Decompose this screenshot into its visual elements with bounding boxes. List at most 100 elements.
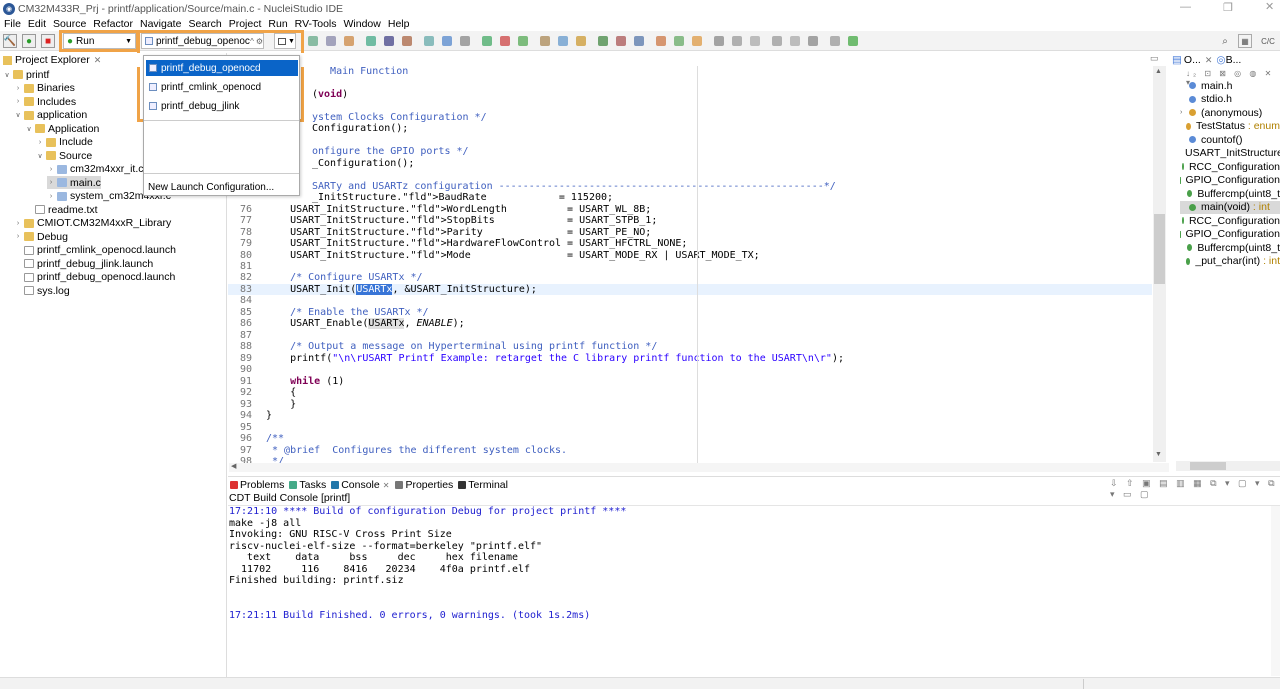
tree-item-debug[interactable]: › Debug xyxy=(14,230,68,243)
stop-icon[interactable]: ■ xyxy=(41,34,55,48)
toolbar-tool-icon[interactable] xyxy=(830,36,840,46)
launch-mode-icon[interactable]: 🔨 xyxy=(3,34,17,48)
outline-item[interactable]: GPIO_Configuration xyxy=(1180,174,1280,187)
tab-tasks[interactable]: Tasks xyxy=(289,479,326,491)
close-icon[interactable]: ✕ xyxy=(94,55,102,66)
toolbar-tool-icon[interactable] xyxy=(714,36,724,46)
scroll-down-icon[interactable]: ▼ xyxy=(1155,451,1162,458)
outline-item[interactable]: Buffercmp(uint8_t xyxy=(1180,187,1280,200)
outline-item[interactable]: countof() xyxy=(1180,133,1280,146)
code-editor[interactable]: Main Function (void) ystem Clocks Configur… xyxy=(228,66,1168,463)
tab-console[interactable]: Console ✕ xyxy=(331,479,393,491)
tab-terminal[interactable]: Terminal xyxy=(458,479,508,491)
toolbar-tool-icon[interactable] xyxy=(616,36,626,46)
dropdown-item-cmlink-openocd[interactable]: printf_cmlink_openocd xyxy=(146,79,298,95)
tab-properties[interactable]: Properties xyxy=(395,479,453,491)
tree-item-printf-cmlink-openocd-launch[interactable]: printf_cmlink_openocd.launch xyxy=(14,244,176,257)
code-line[interactable]: 77 USART_InitStructure."fld">StopBits = … xyxy=(228,215,657,227)
scrollbar-thumb[interactable] xyxy=(1190,462,1226,470)
toolbar-tool-icon[interactable] xyxy=(482,36,492,46)
dropdown-item-debug-openocd[interactable]: printf_debug_openocd xyxy=(146,60,298,76)
code-line[interactable]: 81 xyxy=(228,261,266,273)
code-line[interactable]: 93 } xyxy=(228,399,296,411)
toolbar-tool-icon[interactable] xyxy=(384,36,394,46)
scrollbar-thumb[interactable] xyxy=(1154,214,1165,284)
toolbar-tool-icon[interactable] xyxy=(732,36,742,46)
menu-rvtools[interactable]: RV-Tools xyxy=(292,18,340,30)
outline-item[interactable]: main.h xyxy=(1180,79,1280,92)
code-line[interactable]: 95 xyxy=(228,422,266,434)
outline-item[interactable]: USART_InitStructure xyxy=(1180,147,1280,160)
editor-horizontal-scrollbar[interactable]: ◀ xyxy=(229,463,1169,472)
code-line[interactable]: 91 while (1) xyxy=(228,376,344,388)
console-scrollbar[interactable] xyxy=(1271,506,1280,676)
tree-item-cm32m4xxr-it-c[interactable]: › cm32m4xxr_it.c xyxy=(47,163,144,176)
menu-file[interactable]: File xyxy=(1,18,24,30)
toolbar-tool-icon[interactable] xyxy=(402,36,412,46)
console-toolbar-icons[interactable]: ⇩ ⇧ ▣ ▤ ▥ ▦ ⧉ ▾ ▢ ▾ ⧉ ▾ ▭ ▢ xyxy=(1110,478,1280,500)
c-perspective-icon[interactable]: C/C xyxy=(1258,34,1278,48)
maximize-view-icon[interactable]: ▭ xyxy=(1150,53,1159,64)
toolbar-tool-icon[interactable] xyxy=(500,36,510,46)
tree-item-cmiot-cm32m4xxr-library[interactable]: › CMIOT.CM32M4xxR_Library xyxy=(14,217,171,230)
toolbar-tool-icon[interactable] xyxy=(308,36,318,46)
menu-edit[interactable]: Edit xyxy=(25,18,49,30)
toolbar-tool-icon[interactable] xyxy=(790,36,800,46)
outline-item[interactable]: TestStatus : enum xyxy=(1180,120,1280,133)
expand-toggle-icon[interactable]: ∨ xyxy=(14,111,22,119)
expand-toggle-icon[interactable]: ∨ xyxy=(36,152,44,160)
expand-toggle-icon[interactable]: › xyxy=(1180,109,1189,116)
menu-source[interactable]: Source xyxy=(50,18,89,30)
tab-problems[interactable]: Problems xyxy=(230,479,284,491)
tree-item-readme-txt[interactable]: readme.txt xyxy=(25,203,98,216)
expand-toggle-icon[interactable]: › xyxy=(47,179,55,186)
tree-item-application[interactable]: ∨ application xyxy=(14,109,87,122)
maximize-icon[interactable]: ❐ xyxy=(1223,1,1237,14)
tree-item-printf-debug-jlink-launch[interactable]: printf_debug_jlink.launch xyxy=(14,257,153,270)
console-output[interactable]: 17:21:10 **** Build of configuration Deb… xyxy=(229,506,626,621)
code-line[interactable]: 80 USART_InitStructure."fld">Mode = USAR… xyxy=(228,250,760,262)
close-icon[interactable]: ✕ xyxy=(383,481,390,490)
launch-run-icon[interactable]: ● xyxy=(22,34,36,48)
tree-item-include[interactable]: › Include xyxy=(36,136,93,149)
code-line[interactable]: 79 USART_InitStructure."fld">HardwareFlo… xyxy=(228,238,688,250)
toolbar-tool-icon[interactable] xyxy=(558,36,568,46)
code-line[interactable]: 86 USART_Enable(USARTx, ENABLE); xyxy=(228,318,465,330)
toolbar-tool-icon[interactable] xyxy=(366,36,376,46)
code-line[interactable]: 85 /* Enable the USARTx */ xyxy=(228,307,429,319)
tree-item-binaries[interactable]: › Binaries xyxy=(14,82,75,95)
minimize-icon[interactable]: — xyxy=(1180,1,1194,13)
code-line[interactable]: 76 USART_InitStructure."fld">WordLength … xyxy=(228,204,651,216)
code-line[interactable]: 84 xyxy=(228,295,266,307)
outline-item[interactable]: RCC_Configuration xyxy=(1180,214,1280,227)
tree-item-printf[interactable]: ∨ printf xyxy=(3,68,49,81)
toolbar-tool-icon[interactable] xyxy=(518,36,528,46)
expand-toggle-icon[interactable]: › xyxy=(14,98,22,105)
toolbar-tool-icon[interactable] xyxy=(326,36,336,46)
code-line[interactable]: 83 USART_Init(USARTx, &USART_InitStructu… xyxy=(228,283,1152,296)
tree-item-printf-debug-openocd-launch[interactable]: printf_debug_openocd.launch xyxy=(14,271,175,284)
toolbar-tool-icon[interactable] xyxy=(576,36,586,46)
code-line[interactable]: 88 /* Output a message on Hyperterminal … xyxy=(228,341,657,353)
menu-search[interactable]: Search xyxy=(185,18,224,30)
toolbar-tool-icon[interactable] xyxy=(460,36,470,46)
code-line[interactable]: 94} xyxy=(228,410,272,422)
code-line[interactable]: 92 { xyxy=(228,387,296,399)
toolbar-tool-icon[interactable] xyxy=(692,36,702,46)
expand-toggle-icon[interactable]: › xyxy=(47,166,55,173)
scroll-up-icon[interactable]: ▲ xyxy=(1155,68,1162,75)
outline-item[interactable]: GPIO_Configuration xyxy=(1180,228,1280,241)
menu-window[interactable]: Window xyxy=(341,18,384,30)
launch-configuration-select[interactable]: printf_debug_openoc ^ ⚙ xyxy=(141,33,264,49)
perspective-icon[interactable]: ▦ xyxy=(1238,34,1252,48)
code-line[interactable]: 96 /** xyxy=(228,433,284,445)
code-line[interactable]: 97 * @brief Configures the different sys… xyxy=(228,445,567,457)
toolbar-tool-icon[interactable] xyxy=(808,36,818,46)
toolbar-tool-icon[interactable] xyxy=(442,36,452,46)
toolbar-tool-icon[interactable] xyxy=(634,36,644,46)
menu-help[interactable]: Help xyxy=(385,18,413,30)
menu-navigate[interactable]: Navigate xyxy=(137,18,184,30)
toolbar-tool-icon[interactable] xyxy=(540,36,550,46)
toolbar-tool-icon[interactable] xyxy=(424,36,434,46)
toolbar-tool-icon[interactable] xyxy=(772,36,782,46)
